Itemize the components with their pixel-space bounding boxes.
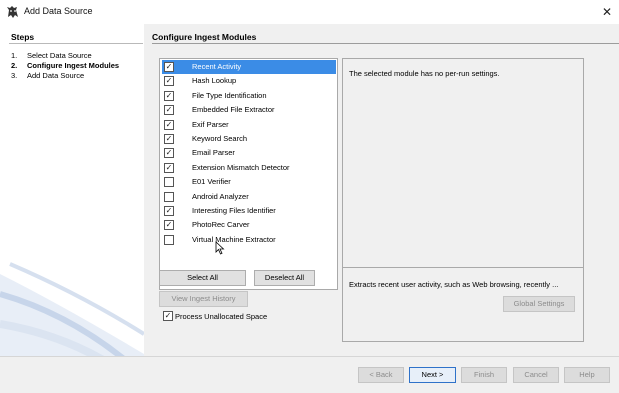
module-row[interactable]: ✓ PhotoRec Carver bbox=[162, 218, 336, 232]
module-row[interactable]: Android Analyzer bbox=[162, 190, 336, 204]
help-button[interactable]: Help bbox=[564, 367, 610, 383]
back-button[interactable]: < Back bbox=[358, 367, 404, 383]
wizard-footer: < Back Next > Finish Cancel Help bbox=[0, 356, 619, 393]
module-row[interactable]: ✓ Keyword Search bbox=[162, 132, 336, 146]
module-checkbox[interactable]: ✓ bbox=[164, 62, 174, 72]
decorative-swoosh-graphic bbox=[0, 262, 144, 356]
module-checkbox[interactable] bbox=[164, 177, 174, 188]
module-name: Hash Lookup bbox=[192, 76, 237, 86]
module-row[interactable]: ✓ File Type Identification bbox=[162, 89, 336, 103]
settings-divider bbox=[343, 267, 583, 268]
module-row[interactable]: Virtual Machine Extractor bbox=[162, 233, 336, 247]
ingest-module-list[interactable]: ✓ Recent Activity ✓ Hash Lookup ✓ File Type I… bbox=[159, 58, 338, 290]
cancel-button[interactable]: Cancel bbox=[513, 367, 559, 383]
module-name: Recent Activity bbox=[192, 62, 242, 71]
module-checkbox[interactable]: ✓ bbox=[164, 134, 174, 144]
module-row[interactable]: ✓ Recent Activity bbox=[162, 60, 336, 74]
module-checkbox[interactable]: ✓ bbox=[164, 162, 174, 173]
steps-panel: Steps 1. Select Data Source 2. Configure In… bbox=[0, 24, 144, 356]
process-unallocated-checkbox[interactable]: ✓ bbox=[163, 311, 173, 321]
module-row[interactable]: ✓ Interesting Files Identifier bbox=[162, 204, 336, 218]
module-checkbox[interactable]: ✓ bbox=[164, 148, 174, 159]
module-description: Extracts recent user activity, such as W… bbox=[349, 280, 559, 289]
module-name: Virtual Machine Extractor bbox=[192, 234, 276, 244]
next-button[interactable]: Next > bbox=[409, 367, 456, 383]
module-name: Interesting Files Identifier bbox=[192, 206, 276, 215]
step-item: 3. Add Data Source bbox=[11, 71, 84, 80]
steps-divider bbox=[9, 43, 143, 44]
mouse-cursor-icon bbox=[215, 241, 225, 255]
steps-title: Steps bbox=[11, 32, 35, 42]
configure-panel: Configure Ingest Modules ✓ Recent Activit… bbox=[144, 24, 619, 356]
module-row[interactable]: ✓ Extension Mismatch Detector bbox=[162, 161, 336, 175]
module-checkbox[interactable]: ✓ bbox=[164, 220, 174, 231]
step-label: Select Data Source bbox=[27, 51, 92, 60]
module-name: Embedded File Extractor bbox=[192, 105, 275, 115]
module-name: PhotoRec Carver bbox=[192, 220, 250, 230]
step-label: Add Data Source bbox=[27, 71, 85, 80]
section-divider bbox=[152, 43, 619, 44]
module-checkbox[interactable] bbox=[164, 234, 174, 245]
module-name: Android Analyzer bbox=[192, 191, 249, 201]
module-checkbox[interactable]: ✓ bbox=[164, 105, 174, 116]
module-checkbox[interactable]: ✓ bbox=[164, 76, 174, 87]
module-row[interactable]: ✓ Exif Parser bbox=[162, 118, 336, 132]
module-name: Keyword Search bbox=[192, 134, 248, 143]
settings-message: The selected module has no per-run setti… bbox=[349, 69, 500, 78]
module-name: Exif Parser bbox=[192, 119, 229, 129]
module-row[interactable]: ✓ Embedded File Extractor bbox=[162, 103, 336, 117]
process-unallocated-label: Process Unallocated Space bbox=[175, 312, 268, 321]
step-item: 1. Select Data Source bbox=[11, 51, 92, 60]
global-settings-button[interactable]: Global Settings bbox=[503, 296, 575, 312]
module-name: Email Parser bbox=[192, 148, 235, 158]
module-checkbox[interactable]: ✓ bbox=[164, 206, 174, 216]
close-icon[interactable]: ✕ bbox=[595, 0, 619, 24]
step-number: 3. bbox=[11, 71, 18, 80]
module-checkbox[interactable]: ✓ bbox=[164, 90, 174, 101]
window-title: Add Data Source bbox=[24, 6, 93, 16]
module-row[interactable]: ✓ Hash Lookup bbox=[162, 74, 336, 88]
select-all-button[interactable]: Select All bbox=[159, 270, 246, 286]
module-checkbox[interactable] bbox=[164, 191, 174, 202]
deselect-all-button[interactable]: Deselect All bbox=[254, 270, 315, 286]
step-number: 1. bbox=[11, 51, 18, 60]
module-name: Extension Mismatch Detector bbox=[192, 162, 290, 172]
page-title: Configure Ingest Modules bbox=[152, 32, 257, 42]
module-name: File Type Identification bbox=[192, 90, 267, 100]
step-label: Configure Ingest Modules bbox=[27, 61, 120, 70]
view-ingest-history-button[interactable]: View Ingest History bbox=[159, 291, 248, 307]
module-settings-panel: The selected module has no per-run setti… bbox=[342, 58, 584, 342]
module-row[interactable]: ✓ Email Parser bbox=[162, 146, 336, 160]
module-name: E01 Verifier bbox=[192, 177, 231, 187]
module-row[interactable]: E01 Verifier bbox=[162, 175, 336, 189]
title-bar: Add Data Source ✕ bbox=[0, 0, 619, 24]
autopsy-dog-icon bbox=[7, 6, 18, 18]
step-number: 2. bbox=[11, 61, 18, 70]
step-item: 2. Configure Ingest Modules bbox=[11, 61, 119, 70]
module-checkbox[interactable]: ✓ bbox=[164, 119, 174, 130]
finish-button[interactable]: Finish bbox=[461, 367, 507, 383]
